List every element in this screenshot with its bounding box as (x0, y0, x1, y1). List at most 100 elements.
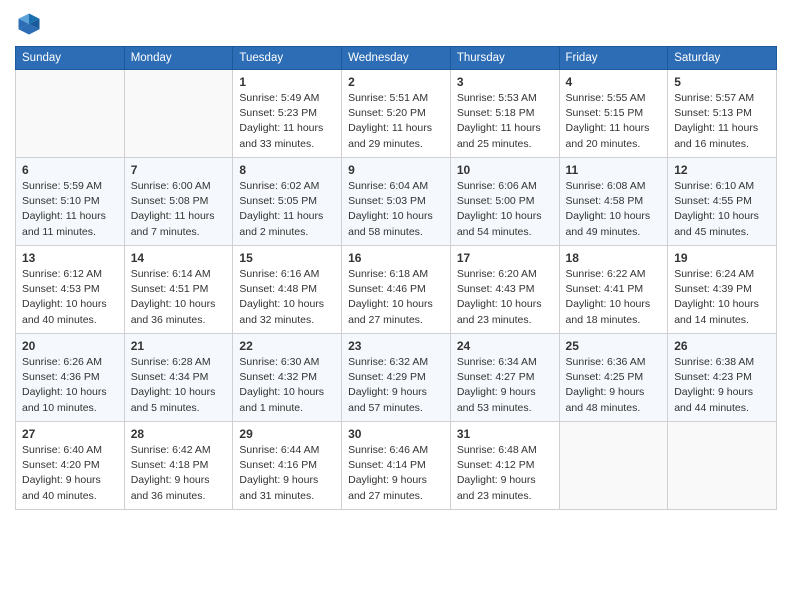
day-info: Sunrise: 6:30 AM Sunset: 4:32 PM Dayligh… (239, 355, 335, 416)
day-cell: 5 Sunrise: 5:57 AM Sunset: 5:13 PM Daylig… (668, 70, 777, 158)
day-cell: 25 Sunrise: 6:36 AM Sunset: 4:25 PM Dayli… (559, 334, 668, 422)
weekday-friday: Friday (559, 47, 668, 70)
day-number: 10 (457, 163, 553, 177)
day-cell (124, 70, 233, 158)
day-cell: 14 Sunrise: 6:14 AM Sunset: 4:51 PM Dayli… (124, 246, 233, 334)
day-info: Sunrise: 5:53 AM Sunset: 5:18 PM Dayligh… (457, 91, 553, 152)
day-cell: 22 Sunrise: 6:30 AM Sunset: 4:32 PM Dayli… (233, 334, 342, 422)
day-cell: 21Sunrise: 6:28 AM Sunset: 4:34 PM Dayli… (124, 334, 233, 422)
page: SundayMondayTuesdayWednesdayThursdayFrid… (0, 0, 792, 612)
day-info: Sunrise: 6:40 AM Sunset: 4:20 PM Dayligh… (22, 443, 118, 504)
week-row-1: 1Sunrise: 5:49 AM Sunset: 5:23 PM Daylig… (16, 70, 777, 158)
day-number: 31 (457, 427, 553, 441)
day-cell: 8 Sunrise: 6:02 AM Sunset: 5:05 PM Daylig… (233, 158, 342, 246)
day-number: 26 (674, 339, 770, 353)
day-info: Sunrise: 6:42 AM Sunset: 4:18 PM Dayligh… (131, 443, 227, 504)
day-number: 14 (131, 251, 227, 265)
day-number: 21 (131, 339, 227, 353)
day-info: Sunrise: 6:12 AM Sunset: 4:53 PM Dayligh… (22, 267, 118, 328)
day-cell (668, 422, 777, 510)
day-info: Sunrise: 6:44 AM Sunset: 4:16 PM Dayligh… (239, 443, 335, 504)
day-number: 30 (348, 427, 444, 441)
day-number: 25 (566, 339, 662, 353)
day-info: Sunrise: 6:00 AM Sunset: 5:08 PM Dayligh… (131, 179, 227, 240)
day-number: 20 (22, 339, 118, 353)
day-cell: 10 Sunrise: 6:06 AM Sunset: 5:00 PM Dayli… (450, 158, 559, 246)
day-cell: 17 Sunrise: 6:20 AM Sunset: 4:43 PM Dayli… (450, 246, 559, 334)
day-info: Sunrise: 5:51 AM Sunset: 5:20 PM Dayligh… (348, 91, 444, 152)
day-cell: 15 Sunrise: 6:16 AM Sunset: 4:48 PM Dayli… (233, 246, 342, 334)
day-cell: 2 Sunrise: 5:51 AM Sunset: 5:20 PM Daylig… (342, 70, 451, 158)
day-cell: 4Sunrise: 5:55 AM Sunset: 5:15 PM Daylig… (559, 70, 668, 158)
day-cell: 3 Sunrise: 5:53 AM Sunset: 5:18 PM Daylig… (450, 70, 559, 158)
day-info: Sunrise: 5:57 AM Sunset: 5:13 PM Dayligh… (674, 91, 770, 152)
day-info: Sunrise: 6:38 AM Sunset: 4:23 PM Dayligh… (674, 355, 770, 416)
day-info: Sunrise: 6:04 AM Sunset: 5:03 PM Dayligh… (348, 179, 444, 240)
weekday-thursday: Thursday (450, 47, 559, 70)
calendar-table: SundayMondayTuesdayWednesdayThursdayFrid… (15, 46, 777, 510)
day-number: 15 (239, 251, 335, 265)
weekday-wednesday: Wednesday (342, 47, 451, 70)
day-info: Sunrise: 6:36 AM Sunset: 4:25 PM Dayligh… (566, 355, 662, 416)
day-number: 12 (674, 163, 770, 177)
week-row-2: 6 Sunrise: 5:59 AM Sunset: 5:10 PM Daylig… (16, 158, 777, 246)
day-info: Sunrise: 6:16 AM Sunset: 4:48 PM Dayligh… (239, 267, 335, 328)
day-cell: 13Sunrise: 6:12 AM Sunset: 4:53 PM Dayli… (16, 246, 125, 334)
day-info: Sunrise: 6:06 AM Sunset: 5:00 PM Dayligh… (457, 179, 553, 240)
day-number: 22 (239, 339, 335, 353)
day-info: Sunrise: 6:14 AM Sunset: 4:51 PM Dayligh… (131, 267, 227, 328)
week-row-5: 27 Sunrise: 6:40 AM Sunset: 4:20 PM Dayli… (16, 422, 777, 510)
weekday-tuesday: Tuesday (233, 47, 342, 70)
day-number: 24 (457, 339, 553, 353)
day-cell (559, 422, 668, 510)
day-number: 23 (348, 339, 444, 353)
day-number: 5 (674, 75, 770, 89)
weekday-sunday: Sunday (16, 47, 125, 70)
day-cell: 24Sunrise: 6:34 AM Sunset: 4:27 PM Dayli… (450, 334, 559, 422)
day-number: 8 (239, 163, 335, 177)
header (15, 10, 777, 38)
day-number: 3 (457, 75, 553, 89)
day-cell: 7 Sunrise: 6:00 AM Sunset: 5:08 PM Daylig… (124, 158, 233, 246)
day-cell: 16 Sunrise: 6:18 AM Sunset: 4:46 PM Dayli… (342, 246, 451, 334)
week-row-4: 20 Sunrise: 6:26 AM Sunset: 4:36 PM Dayli… (16, 334, 777, 422)
day-cell: 26 Sunrise: 6:38 AM Sunset: 4:23 PM Dayli… (668, 334, 777, 422)
day-cell: 31Sunrise: 6:48 AM Sunset: 4:12 PM Dayli… (450, 422, 559, 510)
day-number: 19 (674, 251, 770, 265)
day-number: 27 (22, 427, 118, 441)
day-info: Sunrise: 6:46 AM Sunset: 4:14 PM Dayligh… (348, 443, 444, 504)
day-cell: 11Sunrise: 6:08 AM Sunset: 4:58 PM Dayli… (559, 158, 668, 246)
day-cell: 30 Sunrise: 6:46 AM Sunset: 4:14 PM Dayli… (342, 422, 451, 510)
day-info: Sunrise: 6:20 AM Sunset: 4:43 PM Dayligh… (457, 267, 553, 328)
week-row-3: 13Sunrise: 6:12 AM Sunset: 4:53 PM Dayli… (16, 246, 777, 334)
day-number: 6 (22, 163, 118, 177)
day-number: 2 (348, 75, 444, 89)
logo-icon (15, 10, 43, 38)
day-cell: 9 Sunrise: 6:04 AM Sunset: 5:03 PM Daylig… (342, 158, 451, 246)
weekday-saturday: Saturday (668, 47, 777, 70)
day-cell: 23 Sunrise: 6:32 AM Sunset: 4:29 PM Dayli… (342, 334, 451, 422)
day-cell: 12 Sunrise: 6:10 AM Sunset: 4:55 PM Dayli… (668, 158, 777, 246)
day-info: Sunrise: 5:49 AM Sunset: 5:23 PM Dayligh… (239, 91, 335, 152)
day-info: Sunrise: 5:55 AM Sunset: 5:15 PM Dayligh… (566, 91, 662, 152)
day-info: Sunrise: 6:32 AM Sunset: 4:29 PM Dayligh… (348, 355, 444, 416)
day-number: 16 (348, 251, 444, 265)
weekday-header-row: SundayMondayTuesdayWednesdayThursdayFrid… (16, 47, 777, 70)
day-info: Sunrise: 6:26 AM Sunset: 4:36 PM Dayligh… (22, 355, 118, 416)
day-info: Sunrise: 6:18 AM Sunset: 4:46 PM Dayligh… (348, 267, 444, 328)
day-cell: 19Sunrise: 6:24 AM Sunset: 4:39 PM Dayli… (668, 246, 777, 334)
day-info: Sunrise: 6:08 AM Sunset: 4:58 PM Dayligh… (566, 179, 662, 240)
day-cell: 1Sunrise: 5:49 AM Sunset: 5:23 PM Daylig… (233, 70, 342, 158)
day-cell: 28 Sunrise: 6:42 AM Sunset: 4:18 PM Dayli… (124, 422, 233, 510)
day-number: 7 (131, 163, 227, 177)
day-number: 17 (457, 251, 553, 265)
day-number: 28 (131, 427, 227, 441)
day-info: Sunrise: 5:59 AM Sunset: 5:10 PM Dayligh… (22, 179, 118, 240)
day-number: 18 (566, 251, 662, 265)
day-cell (16, 70, 125, 158)
day-cell: 6 Sunrise: 5:59 AM Sunset: 5:10 PM Daylig… (16, 158, 125, 246)
day-info: Sunrise: 6:10 AM Sunset: 4:55 PM Dayligh… (674, 179, 770, 240)
day-number: 9 (348, 163, 444, 177)
day-info: Sunrise: 6:02 AM Sunset: 5:05 PM Dayligh… (239, 179, 335, 240)
day-info: Sunrise: 6:22 AM Sunset: 4:41 PM Dayligh… (566, 267, 662, 328)
